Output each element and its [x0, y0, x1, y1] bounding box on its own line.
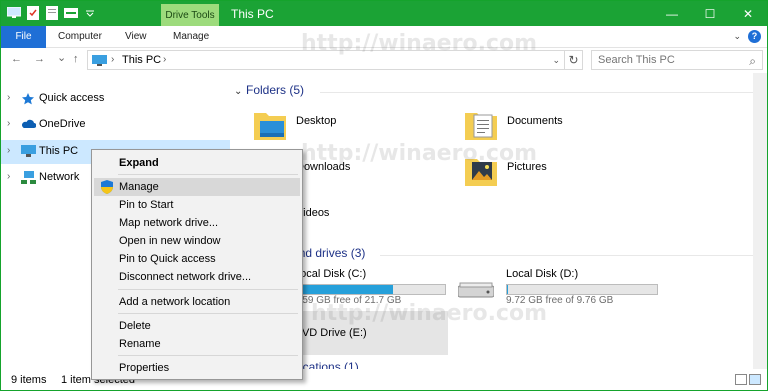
- drive-icon: [457, 282, 495, 301]
- tab-computer[interactable]: Computer: [58, 26, 102, 48]
- sidebar-item-onedrive[interactable]: › OneDrive: [1, 113, 230, 137]
- drive-label: Local Disk (D:): [506, 268, 579, 280]
- menu-item-manage[interactable]: Manage: [94, 178, 300, 196]
- menu-item-add-network-location[interactable]: Add a network location: [94, 293, 300, 311]
- divider: [380, 255, 760, 256]
- menu-item-disconnect-network-drive[interactable]: Disconnect network drive...: [94, 268, 300, 286]
- view-switcher: [735, 374, 761, 385]
- sidebar-item-quick-access[interactable]: › Quick access: [1, 87, 230, 111]
- menu-item-map-network-drive[interactable]: Map network drive...: [94, 214, 300, 232]
- tab-file[interactable]: File: [1, 26, 46, 48]
- computer-icon: [21, 145, 36, 159]
- sidebar-item-label: Quick access: [39, 92, 105, 104]
- vertical-scrollbar[interactable]: [753, 73, 767, 369]
- search-box[interactable]: ⌕: [591, 50, 763, 70]
- expand-icon[interactable]: ›: [7, 92, 10, 103]
- usage-bar: [294, 284, 446, 295]
- content-pane: ⌄ Folders (5) Desktop Documents Downloads…: [230, 73, 767, 374]
- documents-folder-icon: [463, 107, 499, 143]
- minimize-button[interactable]: —: [653, 1, 691, 26]
- group-label: Folders (5): [246, 83, 305, 97]
- menu-separator: [118, 313, 298, 314]
- search-input[interactable]: [592, 51, 742, 69]
- properties-icon[interactable]: [26, 6, 40, 20]
- menu-item-open-new-window[interactable]: Open in new window: [94, 232, 300, 250]
- sidebar-item-label: Network: [39, 171, 80, 183]
- folder-label: Documents: [507, 115, 563, 127]
- back-arrow-icon[interactable]: ←: [11, 53, 22, 65]
- window-controls: — ☐ ✕: [653, 1, 767, 26]
- cloud-icon: [21, 118, 37, 132]
- quick-access-toolbar: [7, 6, 97, 20]
- navigation-bar: ← → ⌄ ↑ › This PC › ⌄ ↻ ⌕: [1, 48, 767, 73]
- new-folder-icon[interactable]: [45, 6, 59, 20]
- menu-item-pin-to-start[interactable]: Pin to Start: [94, 196, 300, 214]
- divider: [320, 92, 760, 93]
- close-button[interactable]: ✕: [729, 1, 767, 26]
- menu-item-label: Manage: [119, 181, 159, 193]
- window-title: This PC: [231, 7, 274, 21]
- menu-item-delete[interactable]: Delete: [94, 317, 300, 335]
- help-icon[interactable]: ?: [748, 30, 761, 43]
- maximize-button[interactable]: ☐: [691, 1, 729, 26]
- breadcrumb-separator[interactable]: ›: [163, 54, 166, 65]
- context-menu: Expand Manage Pin to Start Map network d…: [91, 149, 303, 380]
- chevron-down-icon[interactable]: ⌄: [733, 31, 741, 42]
- customize-qat-icon[interactable]: [83, 6, 97, 20]
- breadcrumb-this-pc[interactable]: This PC: [122, 54, 161, 66]
- desktop-folder-icon: [252, 107, 288, 143]
- usage-fill: [295, 285, 393, 294]
- sidebar-item-label: OneDrive: [39, 118, 86, 130]
- chevron-down-icon[interactable]: ⌄: [234, 86, 246, 97]
- drive-d[interactable]: Local Disk (D:) 9.72 GB free of 9.76 GB: [452, 268, 662, 306]
- explorer-window: Drive Tools This PC — ☐ ✕ File Computer …: [0, 0, 768, 391]
- ribbon-tabs: File Computer View Manage ⌄ ?: [1, 26, 767, 48]
- drive-tools-context-tab: Drive Tools: [161, 4, 219, 26]
- refresh-icon[interactable]: ↻: [565, 50, 583, 70]
- network-icon: [21, 171, 36, 185]
- menu-item-expand[interactable]: Expand: [94, 154, 300, 172]
- recent-locations-icon[interactable]: ⌄: [57, 51, 66, 64]
- folders-group-header[interactable]: ⌄ Folders (5): [234, 83, 304, 101]
- chevron-down-icon[interactable]: ⌄: [552, 55, 560, 66]
- rename-icon[interactable]: [64, 6, 78, 20]
- pictures-folder-icon: [463, 153, 499, 189]
- folder-label: Desktop: [296, 115, 337, 127]
- computer-icon: [7, 6, 21, 20]
- expand-icon[interactable]: ›: [7, 118, 10, 129]
- expand-icon[interactable]: ›: [7, 171, 10, 182]
- expand-icon[interactable]: ›: [7, 145, 10, 156]
- usage-bar: [506, 284, 658, 295]
- drive-free-space: 7.59 GB free of 21.7 GB: [294, 295, 402, 306]
- search-icon[interactable]: ⌕: [749, 54, 756, 69]
- menu-item-rename[interactable]: Rename: [94, 335, 300, 353]
- large-icons-view-icon[interactable]: [749, 374, 761, 385]
- tab-manage[interactable]: Manage: [173, 26, 209, 48]
- computer-icon: [92, 55, 107, 66]
- folder-label: Downloads: [296, 161, 351, 173]
- menu-separator: [118, 355, 298, 356]
- breadcrumb-separator[interactable]: ›: [111, 54, 114, 65]
- title-bar[interactable]: Drive Tools This PC — ☐ ✕: [1, 1, 767, 26]
- sidebar-item-label: This PC: [39, 145, 79, 157]
- menu-separator: [118, 174, 298, 175]
- folder-label: Pictures: [507, 161, 547, 173]
- menu-item-pin-quick-access[interactable]: Pin to Quick access: [94, 250, 300, 268]
- usage-fill: [507, 285, 508, 294]
- forward-arrow-icon[interactable]: →: [34, 53, 45, 65]
- address-bar[interactable]: › This PC › ⌄: [87, 50, 565, 70]
- up-arrow-icon[interactable]: ↑: [73, 53, 79, 65]
- drive-label: DVD Drive (E:): [294, 327, 367, 339]
- uac-shield-icon: [100, 180, 114, 194]
- item-count: 9 items: [11, 374, 47, 386]
- drive-free-space: 9.72 GB free of 9.76 GB: [506, 295, 614, 306]
- menu-item-properties[interactable]: Properties: [94, 359, 300, 377]
- drive-label: Local Disk (C:): [294, 268, 367, 280]
- star-icon: [21, 92, 35, 106]
- menu-separator: [118, 289, 298, 290]
- tab-view[interactable]: View: [125, 26, 147, 48]
- details-view-icon[interactable]: [735, 374, 747, 385]
